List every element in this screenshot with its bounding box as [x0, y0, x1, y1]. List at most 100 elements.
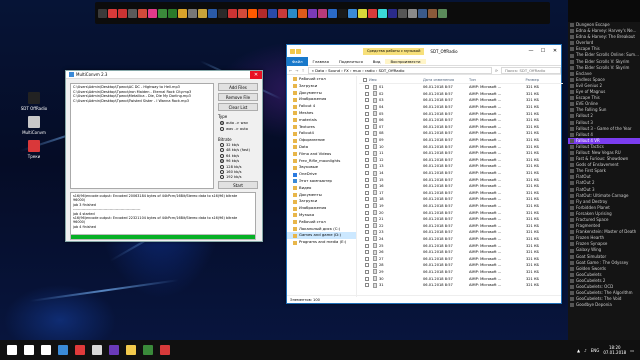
nav-item[interactable]: Загрузки [287, 198, 356, 205]
app-icon[interactable] [418, 8, 427, 18]
close-button[interactable]: ✕ [549, 48, 561, 54]
radio-button[interactable] [220, 170, 224, 174]
ribbon-tab[interactable]: Воспроизвести [385, 58, 426, 64]
app-icon[interactable] [158, 8, 167, 18]
nav-item[interactable]: Fallout 4 [287, 103, 356, 110]
nav-item[interactable]: Рабочий стол [287, 76, 356, 83]
file-row[interactable]: 20 06.01.2018 8:57 AIMP: Microsoft ... 321 … [359, 209, 563, 216]
nav-item[interactable]: Programs and media (E:) [287, 239, 356, 246]
row-checkbox[interactable] [365, 151, 369, 156]
app-icon[interactable] [178, 8, 187, 18]
nav-item[interactable]: Fallout4 [287, 130, 356, 137]
nav-item[interactable]: Документы [287, 192, 356, 199]
app-icon[interactable] [228, 8, 237, 18]
app-icon[interactable] [378, 8, 387, 18]
file-row[interactable]: 30 06.01.2018 8:57 AIMP: Microsoft ... 321 … [359, 275, 563, 282]
nav-item[interactable]: Изображения [287, 96, 356, 103]
nav-item[interactable]: Games and game (D:) [287, 232, 356, 240]
clock[interactable]: 18:20 07.01.2018 [603, 345, 626, 355]
nav-item[interactable]: Meshes [287, 110, 356, 117]
nav-item[interactable]: Изображения [287, 205, 356, 212]
music-tools-context-tab[interactable]: Средства работы с музыкой [363, 47, 425, 55]
minimize-button[interactable]: — [525, 48, 537, 54]
app-icon[interactable] [188, 8, 197, 18]
row-checkbox[interactable] [365, 230, 369, 235]
file-row[interactable]: 12 06.01.2018 8:57 AIMP: Microsoft ... 321 … [359, 157, 563, 164]
search-icon[interactable] [24, 345, 34, 355]
ribbon-tab[interactable]: Файл [287, 56, 308, 66]
file-row[interactable]: 19 06.01.2018 8:57 AIMP: Microsoft ... 321 … [359, 203, 563, 210]
row-checkbox[interactable] [365, 164, 369, 169]
app-icon[interactable] [168, 8, 177, 18]
bitrate-radio[interactable]: 96 kb/s [220, 159, 239, 164]
file-row[interactable]: 08 06.01.2018 8:57 AIMP: Microsoft ... 321 … [359, 130, 563, 137]
app-icon[interactable] [128, 8, 137, 18]
file-row[interactable]: 13 06.01.2018 8:57 AIMP: Microsoft ... 321 … [359, 163, 563, 170]
bitrate-radio[interactable]: 160 kb/s [220, 170, 241, 174]
app-icon[interactable] [208, 8, 217, 18]
file-row[interactable]: 29 06.01.2018 8:57 AIMP: Microsoft ... 321 … [359, 269, 563, 276]
app-icon[interactable] [75, 345, 85, 355]
close-button[interactable]: ✕ [250, 70, 262, 79]
file-row[interactable]: 02 06.01.2018 8:57 AIMP: Microsoft ... 321 … [359, 91, 563, 98]
app-icon[interactable] [198, 8, 207, 18]
row-checkbox[interactable] [365, 256, 369, 261]
folder-icon[interactable] [296, 48, 301, 54]
app-icon[interactable] [298, 8, 307, 18]
file-list-item[interactable]: C:\Users\Admin\Desktop\Треки\Metallica -… [73, 94, 211, 99]
language-indicator[interactable]: ENG [591, 348, 600, 353]
app-icon[interactable] [248, 8, 257, 18]
row-checkbox[interactable] [365, 197, 369, 202]
conversion-log[interactable]: s16(96)encode output: Encoded 20063184 b… [70, 192, 256, 236]
bitrate-radio[interactable]: 128 kb/s [220, 164, 241, 169]
file-row[interactable]: 14 06.01.2018 8:57 AIMP: Microsoft ... 321 … [359, 170, 563, 177]
row-checkbox[interactable] [365, 138, 369, 143]
row-checkbox[interactable] [365, 210, 369, 215]
row-checkbox[interactable] [365, 157, 369, 162]
app-icon[interactable] [278, 8, 287, 18]
nav-item[interactable]: Data [287, 144, 356, 151]
app-icon[interactable] [328, 8, 337, 18]
address-bar[interactable]: « Data › Sound › FX › mux › radio › SDT_… [307, 66, 492, 74]
row-checkbox[interactable] [365, 250, 369, 255]
row-checkbox[interactable] [365, 124, 369, 129]
nav-item[interactable]: Filmo and Videos [287, 151, 356, 158]
game-list-item[interactable]: Goodbye Deponia [568, 302, 640, 308]
start-button[interactable]: Start [218, 181, 258, 189]
bitrate-radio[interactable]: 32 kb/s [220, 143, 239, 147]
app-icon[interactable] [160, 345, 170, 355]
file-row[interactable]: 24 06.01.2018 8:57 AIMP: Microsoft ... 321 … [359, 236, 563, 243]
radio-button[interactable] [220, 143, 224, 147]
radio-button[interactable] [220, 175, 224, 180]
file-list-item[interactable]: C:\Users\Admin\Desktop\Треки\Twisted Sis… [73, 99, 211, 104]
file-row[interactable]: 07 06.01.2018 8:57 AIMP: Microsoft ... 321 … [359, 124, 563, 131]
app-icon[interactable] [92, 345, 102, 355]
row-checkbox[interactable] [365, 236, 369, 241]
desktop-icon[interactable]: Треки [20, 140, 48, 159]
nav-item[interactable]: Документы [287, 90, 356, 97]
nav-item[interactable]: OneDrive [287, 171, 356, 178]
radio-button[interactable] [220, 164, 224, 169]
app-icon[interactable] [368, 8, 377, 18]
add-files-button[interactable]: Add Files [218, 83, 258, 91]
folder-icon[interactable] [290, 48, 295, 54]
row-checkbox[interactable] [365, 171, 369, 176]
file-row[interactable]: 04 06.01.2018 8:57 AIMP: Microsoft ... 321 … [359, 104, 563, 111]
file-row[interactable]: 10 06.01.2018 8:57 AIMP: Microsoft ... 321 … [359, 143, 563, 150]
ribbon-tab[interactable]: Вид [368, 59, 386, 64]
desktop-icon[interactable]: SDT OffRadio [20, 92, 48, 111]
row-checkbox[interactable] [365, 111, 369, 116]
row-checkbox[interactable] [365, 276, 369, 281]
row-checkbox[interactable] [365, 118, 369, 123]
radio-button[interactable] [220, 127, 224, 131]
nav-item[interactable]: Музыка [287, 212, 356, 219]
file-row[interactable]: 27 06.01.2018 8:57 AIMP: Microsoft ... 321 … [359, 255, 563, 262]
file-row[interactable]: 31 06.01.2018 8:57 AIMP: Microsoft ... 321 … [359, 282, 563, 289]
up-arrow-icon[interactable]: ↑ [301, 68, 304, 73]
row-checkbox[interactable] [365, 190, 369, 195]
file-row[interactable]: 06 06.01.2018 8:57 AIMP: Microsoft ... 321 … [359, 117, 563, 124]
nav-item[interactable]: Звуковые [287, 164, 356, 171]
type-radio[interactable]: auto -> wav [220, 121, 248, 125]
file-row[interactable]: 22 06.01.2018 8:57 AIMP: Microsoft ... 321 … [359, 222, 563, 229]
file-row[interactable]: 17 06.01.2018 8:57 AIMP: Microsoft ... 321 … [359, 190, 563, 197]
